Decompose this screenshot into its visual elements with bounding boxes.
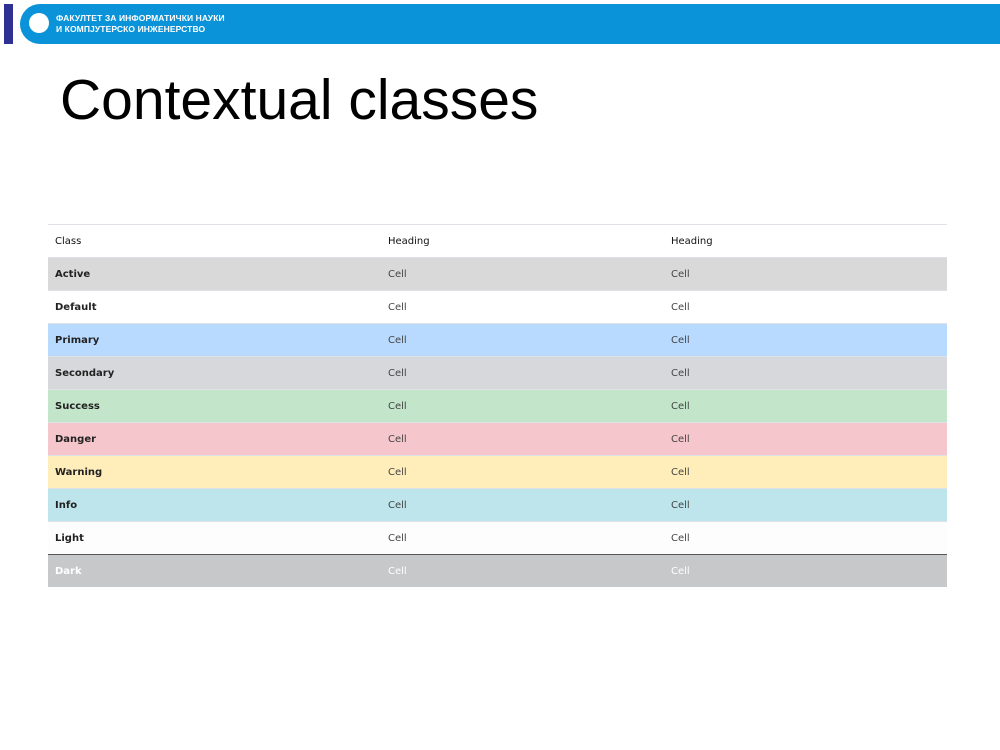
faculty-name: ФАКУЛТЕТ ЗА ИНФОРМАТИЧКИ НАУКИ И КОМПЈУТ… <box>56 13 225 35</box>
table-cell: Cell <box>381 323 664 357</box>
table-cell: Cell <box>664 257 947 291</box>
table-cell: Cell <box>381 521 664 555</box>
table-row-warning: Warning Cell Cell <box>48 455 947 489</box>
table-cell: Cell <box>664 488 947 522</box>
table-cell: Cell <box>381 455 664 489</box>
table-cell: Cell <box>664 455 947 489</box>
contextual-classes-table: Class Heading Heading Active Cell Cell D… <box>48 224 947 587</box>
table-cell: Cell <box>381 257 664 291</box>
table-row-default: Default Cell Cell <box>48 290 947 324</box>
table-row-success: Success Cell Cell <box>48 389 947 423</box>
table-cell: Cell <box>664 323 947 357</box>
faculty-name-line1: ФАКУЛТЕТ ЗА ИНФОРМАТИЧКИ НАУКИ <box>56 13 225 23</box>
table-cell: Cell <box>381 554 664 587</box>
column-header: Heading <box>664 224 947 258</box>
row-class-label: Warning <box>48 455 381 489</box>
table-row-secondary: Secondary Cell Cell <box>48 356 947 390</box>
slide-title: Contextual classes <box>60 68 539 132</box>
table-cell: Cell <box>381 488 664 522</box>
table-cell: Cell <box>664 290 947 324</box>
table-row-danger: Danger Cell Cell <box>48 422 947 456</box>
table-row-primary: Primary Cell Cell <box>48 323 947 357</box>
row-class-label: Light <box>48 521 381 555</box>
column-header: Heading <box>381 224 664 258</box>
table-cell: Cell <box>664 554 947 587</box>
table-cell: Cell <box>664 389 947 423</box>
table-row-dark: Dark Cell Cell <box>48 554 947 587</box>
table-row-info: Info Cell Cell <box>48 488 947 522</box>
faculty-name-line2: И КОМПЈУТЕРСКО ИНЖЕНЕРСТВО <box>56 24 206 34</box>
table-cell: Cell <box>664 422 947 456</box>
row-class-label: Danger <box>48 422 381 456</box>
column-header: Class <box>48 224 381 258</box>
table-cell: Cell <box>664 356 947 390</box>
row-class-label: Primary <box>48 323 381 357</box>
row-class-label: Info <box>48 488 381 522</box>
table-row-active: Active Cell Cell <box>48 257 947 291</box>
logo-accent-bar <box>4 4 13 44</box>
row-class-label: Secondary <box>48 356 381 390</box>
table-cell: Cell <box>664 521 947 555</box>
table-cell: Cell <box>381 422 664 456</box>
table-row-light: Light Cell Cell <box>48 521 947 555</box>
table-cell: Cell <box>381 389 664 423</box>
table-cell: Cell <box>381 290 664 324</box>
logo-circle-icon <box>29 13 49 33</box>
table-cell: Cell <box>381 356 664 390</box>
table-header-row: Class Heading Heading <box>48 224 947 258</box>
row-class-label: Dark <box>48 554 381 587</box>
row-class-label: Success <box>48 389 381 423</box>
row-class-label: Active <box>48 257 381 291</box>
row-class-label: Default <box>48 290 381 324</box>
